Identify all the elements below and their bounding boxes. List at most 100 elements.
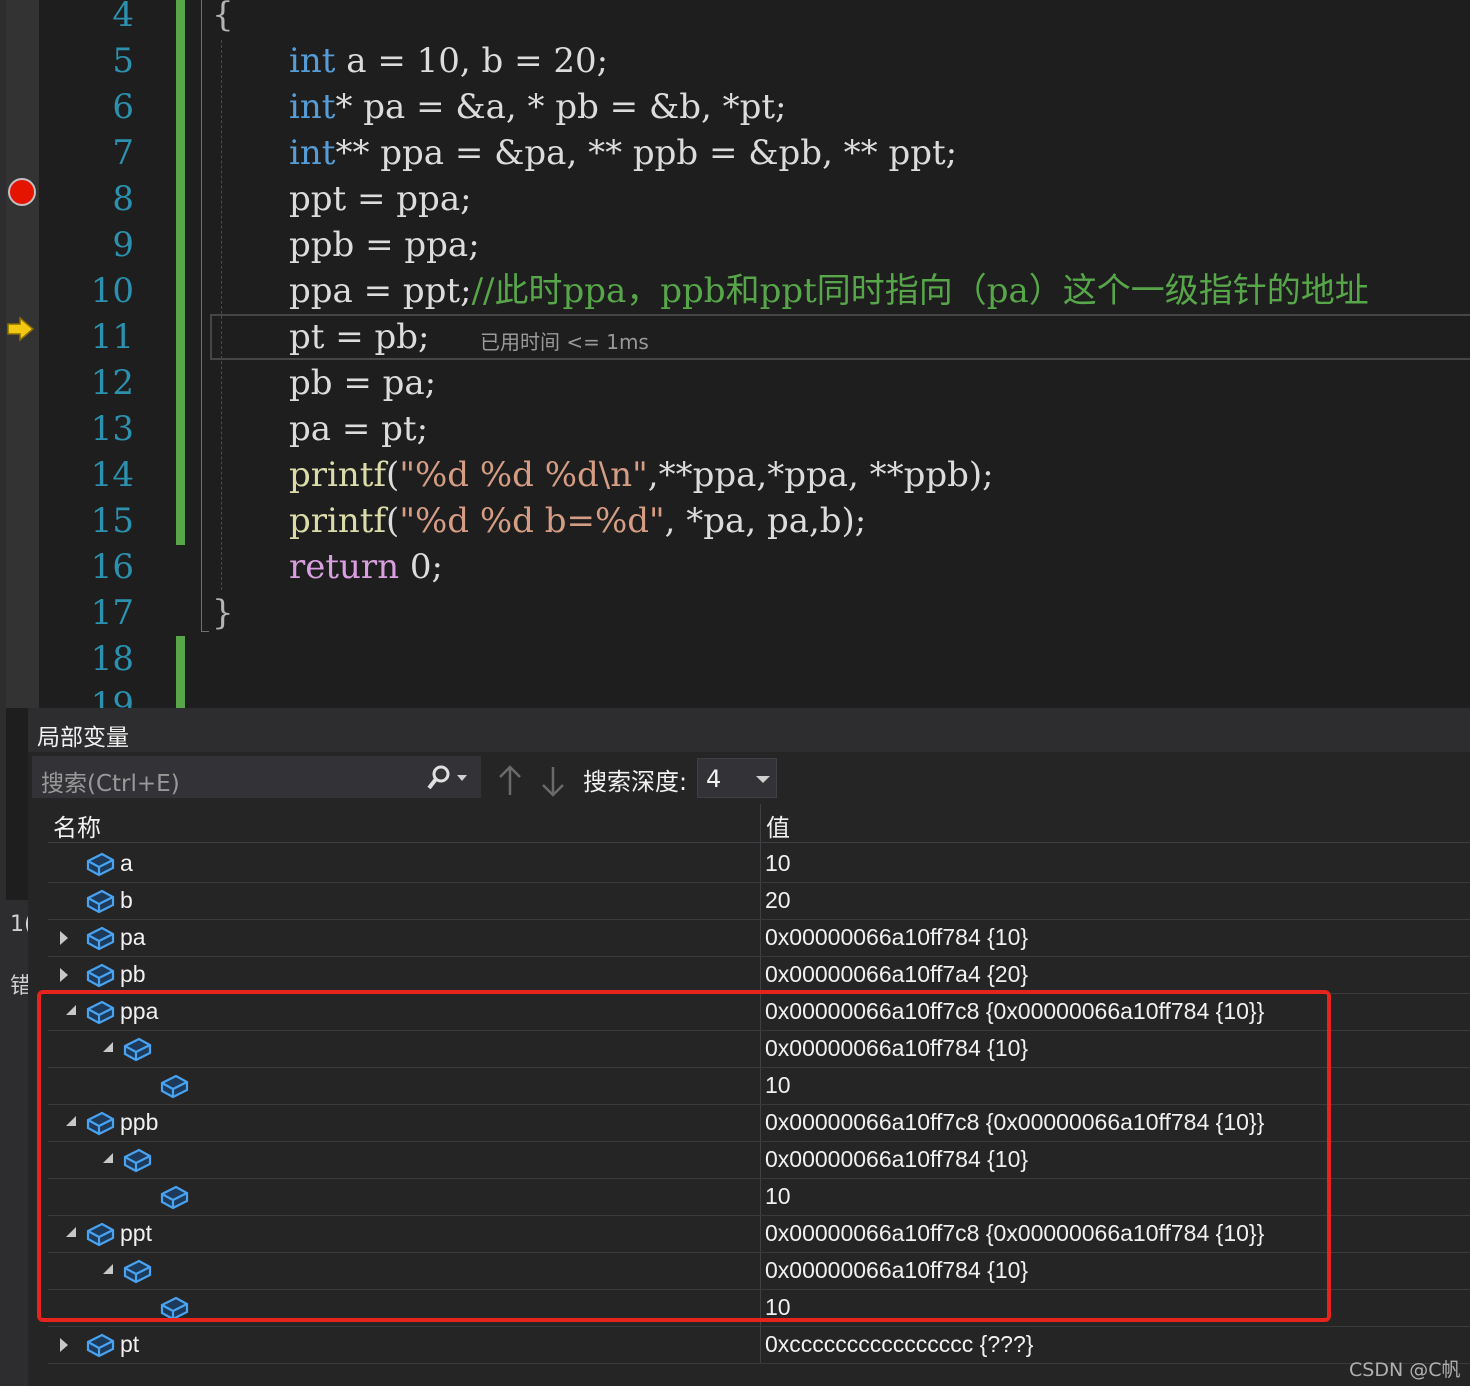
panel-title: 局部变量: [28, 708, 1470, 752]
variable-value[interactable]: 10: [765, 850, 791, 877]
line-number: 16: [90, 547, 134, 587]
line-number: 17: [90, 593, 134, 633]
glyph-margin[interactable]: [6, 0, 39, 708]
comment: //此时ppa，ppb和ppt同时指向（pa）这个一级指针的地址: [471, 271, 1369, 311]
variable-value[interactable]: 0x00000066a10ff784 {10}: [765, 924, 1028, 951]
search-input[interactable]: 搜索(Ctrl+E): [32, 756, 481, 798]
search-depth-select[interactable]: 4: [697, 758, 777, 798]
change-marker-bar: [176, 0, 185, 545]
keyword: int: [289, 41, 336, 81]
column-header-name[interactable]: 名称: [53, 804, 101, 842]
squiggle-span: printf("%d %d %d\n",**ppa,*ppa, **ppb: [289, 455, 969, 495]
highlight-box: [37, 990, 1331, 1322]
chevron-down-icon: [756, 776, 770, 783]
variable-icon: [84, 923, 116, 953]
paren: (: [386, 501, 400, 541]
code-line-15[interactable]: printf("%d %d b=%d", *pa, pa,b);: [289, 498, 866, 544]
locals-row[interactable]: b 20: [48, 883, 1470, 920]
line-number: 7: [112, 133, 134, 173]
search-depth-value: 4: [706, 765, 722, 793]
instruction-pointer-arrow-icon: [7, 316, 35, 342]
search-next-icon[interactable]: [540, 765, 566, 797]
line-number: 5: [112, 41, 134, 81]
watermark: CSDN @C帆: [1349, 1359, 1461, 1381]
code-line-12[interactable]: pb = pa;: [289, 360, 436, 406]
variable-name: pb: [120, 961, 146, 987]
paren: (: [386, 455, 400, 495]
locals-row[interactable]: pb 0x00000066a10ff7a4 {20}: [48, 957, 1470, 994]
variable-value[interactable]: 0x00000066a10ff7a4 {20}: [765, 961, 1028, 988]
line-number: 12: [90, 363, 134, 403]
code-text: 0;: [399, 547, 443, 587]
variable-value[interactable]: 0xcccccccccccccccc {???}: [765, 1331, 1033, 1358]
header-divider: [48, 842, 1470, 843]
variable-name: pt: [120, 1331, 140, 1357]
search-depth-label: 搜索深度:: [583, 768, 688, 796]
code-line-14[interactable]: printf("%d %d %d\n",**ppa,*ppa, **ppb);: [289, 452, 994, 498]
string-literal: "%d %d %d\n": [399, 455, 648, 495]
variable-icon: [84, 960, 116, 990]
expand-arrow-icon[interactable]: [60, 931, 68, 945]
line-number: 18: [90, 639, 134, 679]
paren-close: );: [841, 501, 867, 541]
code-text: a = 10, b = 20;: [335, 41, 609, 81]
search-previous-icon[interactable]: [497, 765, 523, 797]
variable-name: a: [120, 850, 133, 876]
function-name: printf: [289, 455, 387, 495]
code-line-16[interactable]: return 0;: [289, 544, 443, 590]
code-line-10[interactable]: ppa = ppt;//此时ppa，ppb和ppt同时指向（pa）这个一级指针的…: [289, 268, 1369, 314]
keyword: return: [289, 547, 400, 587]
function-name: printf: [289, 501, 387, 541]
code-text: ** ppa = &pa, ** ppb = &pb, ** ppt;: [335, 133, 958, 173]
open-brace: {: [212, 0, 234, 35]
code-line-7[interactable]: int** ppa = &pa, ** ppb = &pb, ** ppt;: [289, 130, 957, 176]
expand-arrow-icon[interactable]: [60, 968, 68, 982]
code-line-5[interactable]: int a = 10, b = 20;: [289, 38, 608, 84]
code-line-6[interactable]: int* pa = &a, * pb = &b, *pt;: [289, 84, 787, 130]
code-text: ppa = ppt;: [289, 271, 472, 311]
line-number: 13: [90, 409, 134, 449]
paren-close: );: [968, 455, 994, 495]
code-line-11[interactable]: pt = pb;: [289, 314, 430, 360]
search-placeholder: 搜索(Ctrl+E): [41, 771, 180, 797]
line-number: 19: [90, 685, 134, 708]
code-editor[interactable]: 4 5 6 7 8 9 10 11 12 13 14 15 16 17 18 1…: [0, 0, 1470, 708]
code-text: * pa = &a, * pb = &b, *pt;: [335, 87, 787, 127]
variable-name: pa: [120, 924, 146, 950]
variable-name: b: [120, 887, 133, 913]
line-number: 10: [90, 271, 134, 311]
line-number: 11: [90, 317, 134, 357]
args: ,**ppa,*ppa, **ppb: [647, 455, 969, 495]
side-tool-strip: 1( 错: [6, 900, 33, 1386]
variable-icon: [84, 1330, 116, 1360]
variable-icon: [84, 886, 116, 916]
keyword: int: [289, 87, 336, 127]
squiggle-span: printf("%d %d b=%d", *pa, pa,b: [289, 501, 842, 541]
line-number: 15: [90, 501, 134, 541]
column-header-value[interactable]: 值: [766, 804, 790, 842]
keyword: int: [289, 133, 336, 173]
code-line-13[interactable]: pa = pt;: [289, 406, 428, 452]
fold-bracket: [201, 0, 202, 632]
line-number: 6: [112, 87, 134, 127]
fold-bracket-end: [201, 631, 209, 632]
line-number: 8: [112, 179, 134, 219]
locals-row[interactable]: pa 0x00000066a10ff784 {10}: [48, 920, 1470, 957]
code-line-8[interactable]: ppt = ppa;: [289, 176, 472, 222]
string-literal: "%d %d b=%d": [399, 501, 665, 541]
perf-tip[interactable]: 已用时间 <= 1ms: [480, 326, 649, 355]
variable-value[interactable]: 20: [765, 887, 791, 914]
code-line-9[interactable]: ppb = ppa;: [289, 222, 480, 268]
variable-icon: [84, 849, 116, 879]
search-icon[interactable]: [427, 763, 481, 793]
locals-row[interactable]: pt 0xcccccccccccccccc {???}: [48, 1327, 1470, 1364]
locals-row[interactable]: a 10: [48, 846, 1470, 883]
expand-arrow-icon[interactable]: [60, 1338, 68, 1352]
change-marker-bar: [176, 636, 185, 708]
line-number: 9: [112, 225, 134, 265]
close-brace: }: [212, 593, 234, 633]
line-number: 4: [112, 0, 134, 35]
args: , *pa, pa,b: [664, 501, 842, 541]
line-number: 14: [90, 455, 134, 495]
breakpoint-icon[interactable]: [8, 178, 36, 206]
